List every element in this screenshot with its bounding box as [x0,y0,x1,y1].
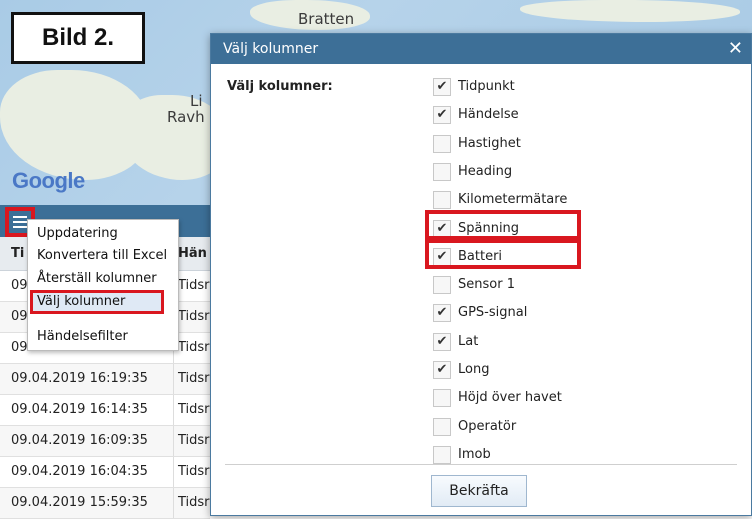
option-label: Tidpunkt [458,79,515,94]
map-land [520,0,740,22]
section-label: Välj kolumner: [227,79,333,94]
checkbox-unchecked[interactable] [433,276,451,294]
option-label: Höjd över havet [458,390,562,405]
annotation-label: Bild 2. [11,12,145,64]
cell-time: 09 [11,278,28,293]
option-label: Operatör [458,419,517,434]
menu-item-choose-columns[interactable]: Välj kolumner [37,294,125,309]
close-icon[interactable]: ✕ [728,38,743,59]
cell-time: 09.04.2019 15:59:35 [11,495,148,510]
checkbox-checked[interactable]: ✔ [433,361,451,379]
option-label: Heading [458,164,513,179]
context-menu: Uppdatering Konvertera till Excel Återst… [27,219,179,351]
hamburger-icon [13,221,27,223]
option-label: Sensor 1 [458,277,515,292]
checkmark-icon: ✔ [436,362,448,377]
checkbox-checked[interactable]: ✔ [433,106,451,124]
cell-time: 09.04.2019 16:19:35 [11,371,148,386]
option-label: Imob [458,447,491,462]
option-label: Hastighet [458,136,521,151]
cell-time: 09 [11,309,28,324]
checkbox-unchecked[interactable] [433,389,451,407]
table-row[interactable]: 09.04.2019 16:09:35 Tidsr [0,426,210,457]
cell-event: Tidsr [173,488,211,518]
column-header-event[interactable]: Hän [178,246,207,261]
checkmark-icon: ✔ [436,79,448,94]
cell-event: Tidsr [173,364,211,394]
checkbox-checked[interactable]: ✔ [433,304,451,322]
checkbox-unchecked[interactable] [433,191,451,209]
dialog-title: Välj kolumner [223,41,319,57]
table-row[interactable]: 09.04.2019 16:14:35 Tidsr [0,395,210,426]
checkmark-icon: ✔ [436,334,448,349]
option-label: Kilometermätare [458,192,568,207]
checkmark-icon: ✔ [436,107,448,122]
checkmark-icon: ✔ [436,305,448,320]
dialog-header: Välj kolumner ✕ [211,34,751,64]
cell-time: 09.04.2019 16:04:35 [11,464,148,479]
cell-time: 09.04.2019 16:14:35 [11,402,148,417]
checkbox-unchecked[interactable] [433,418,451,436]
choose-columns-dialog: Välj kolumner ✕ Välj kolumner: ✔ Tidpunkt… [210,33,752,516]
option-label: Long [458,362,490,377]
map-place-label: Bratten [298,10,355,28]
cell-event: Tidsr [173,426,211,456]
cell-time: 09.04.2019 16:09:35 [11,433,148,448]
menu-item-reset-columns[interactable]: Återställ kolumner [37,271,157,286]
menu-item-event-filter[interactable]: Händelsefilter [37,329,128,344]
option-label: Lat [458,334,479,349]
dialog-footer-divider [225,464,737,465]
checkbox-checked[interactable]: ✔ [433,333,451,351]
checkbox-checked[interactable]: ✔ [433,78,451,96]
table-row[interactable]: 09.04.2019 16:19:35 Tidsr [0,364,210,395]
google-logo: Google [12,168,85,193]
checkbox-unchecked[interactable] [433,163,451,181]
option-label: Händelse [458,107,519,122]
cell-event: Tidsr [173,395,211,425]
map-place-label: Ravh [167,108,205,126]
checkbox-unchecked[interactable] [433,135,451,153]
column-header-time[interactable]: Ti [11,246,24,261]
cell-event: Tidsr [173,457,211,487]
highlight-box [425,210,581,240]
table-row[interactable]: 09.04.2019 15:59:35 Tidsr [0,488,210,519]
confirm-button[interactable]: Bekräfta [431,475,527,507]
table-row[interactable]: 09.04.2019 16:04:35 Tidsr [0,457,210,488]
checkbox-unchecked[interactable] [433,446,451,464]
menu-item-uppdatering[interactable]: Uppdatering [37,226,118,241]
option-label: GPS-signal [458,305,528,320]
menu-item-convert-excel[interactable]: Konvertera till Excel [37,248,167,263]
hamburger-icon [13,226,27,228]
cell-time: 09 [11,340,28,355]
hamburger-icon [13,216,27,218]
highlight-box [425,239,581,269]
